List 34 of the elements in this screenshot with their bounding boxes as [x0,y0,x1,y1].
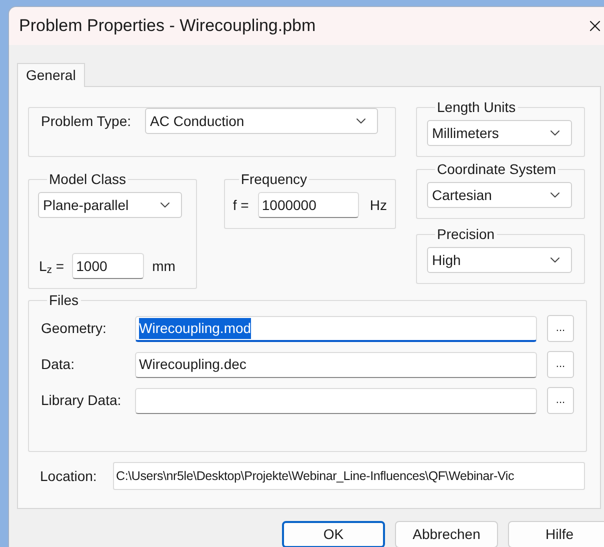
dialog-button[interactable]: Hilfe [508,521,604,547]
group-label: Precision [436,225,496,244]
depth-input[interactable]: 1000 [72,253,144,279]
browse-button[interactable]: ... [547,351,574,378]
frequency-label: f = [232,196,249,214]
group-label: Model Class [48,170,128,189]
window-title: Problem Properties - Wirecoupling.pbm [19,15,316,38]
file-label: Data: [41,355,76,374]
browse-button[interactable]: ... [547,315,574,342]
tab[interactable]: General [17,63,85,87]
length-units-dropdown[interactable]: Millimeters [427,120,572,146]
group-label: Coordinate System [436,160,558,179]
file-path-input[interactable]: Wirecoupling.dec [135,352,537,378]
location-label: Location: [40,466,98,486]
group-label: Frequency [240,170,308,189]
unit-label: mm [152,256,176,276]
file-label: Geometry: [41,319,108,338]
dialog-button[interactable]: Abbrechen [395,521,498,547]
problem-type-label: Problem Type: [41,112,132,131]
problem-type-dropdown[interactable]: AC Conduction [145,108,378,134]
file-path-input[interactable] [135,388,537,414]
location-field[interactable]: C:\Users\nr5le\Desktop\Projekte\Webinar_Line-Influences\QF\Webinar-Vic [113,462,585,490]
unit-label: Hz [370,196,387,214]
coordinate-system-dropdown[interactable]: Cartesian [427,182,572,208]
depth-label: L$_{z}$ = [39,256,64,276]
dialog-button[interactable]: OK [282,521,385,547]
file-label: Library Data: [41,391,122,410]
group-label: Files [48,291,80,310]
frequency-input[interactable]: 1000000 [258,192,359,218]
group-label: Length Units [436,98,517,117]
file-path-input[interactable]: Wirecoupling.mod [135,316,537,342]
model-class-dropdown[interactable]: Plane-parallel [38,192,182,218]
browse-button[interactable]: ... [547,387,574,414]
precision-dropdown[interactable]: High [427,247,572,273]
